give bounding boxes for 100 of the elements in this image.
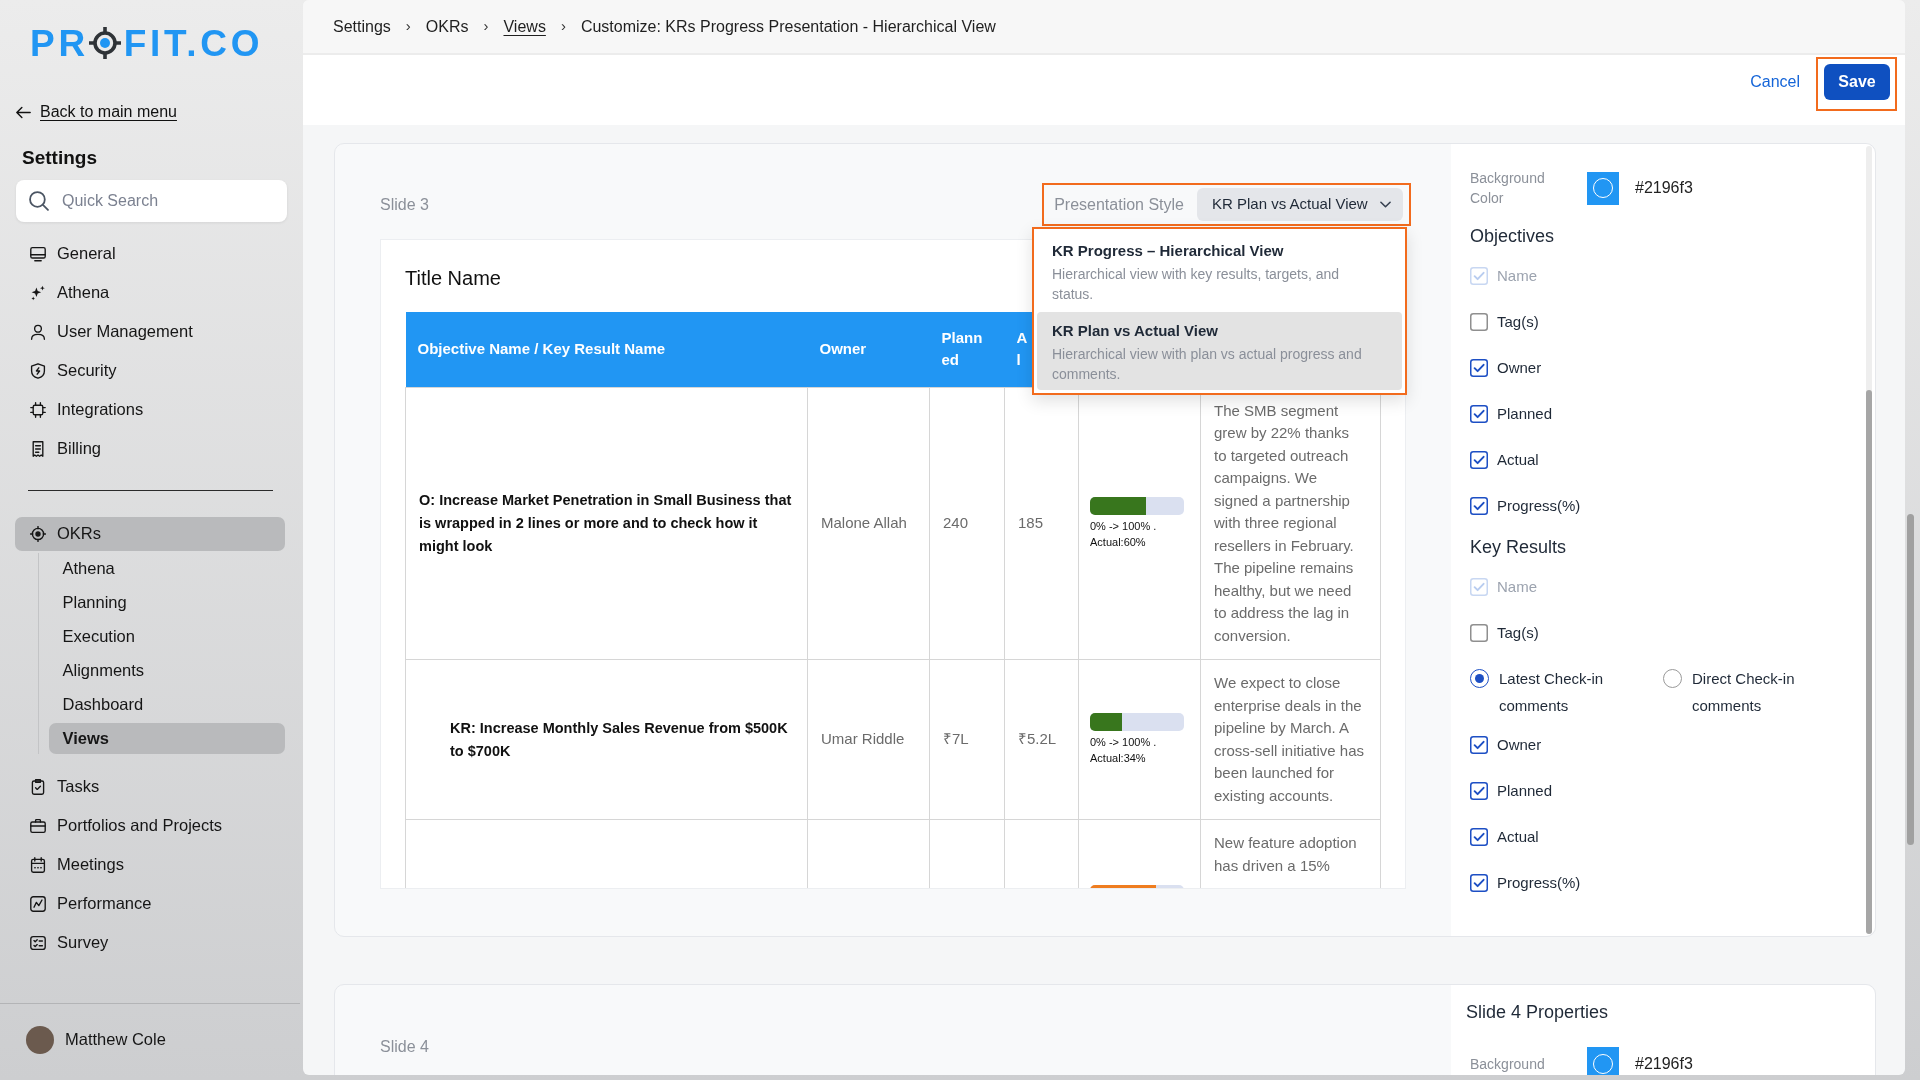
sidebar-title: Settings [22,146,97,170]
monitor-icon [30,245,46,262]
shield-icon [30,362,46,379]
checkbox-label: Owner [1497,357,1542,378]
progress-label: 0% -> 100% . Actual:60% [1090,518,1158,550]
table-cell: ₹5.2L [1004,659,1079,820]
column-header: Objective Name / Key Result Name [405,312,808,387]
checkbox[interactable] [1470,451,1488,469]
line-chart-icon [30,895,46,912]
table-cell: ₹7L [929,659,1005,820]
color-value: #2196f3 [1635,178,1693,198]
field-label: Presentation Style [1054,194,1184,215]
logo-text: FIT.CO [123,24,264,62]
slide-label: Slide 3 [380,194,429,215]
nav-item[interactable]: Survey [15,923,285,962]
crosshair-icon [88,27,121,59]
checkbox[interactable] [1470,736,1488,754]
table-cell: 185 [1004,387,1079,660]
receipt-icon [30,440,46,457]
nav-item[interactable]: General [15,234,285,273]
breadcrumb-link[interactable]: Settings [333,14,391,39]
checkbox[interactable] [1470,359,1488,377]
color-swatch[interactable] [1587,1047,1619,1075]
user-name: Matthew Cole [65,1029,166,1051]
checkbox[interactable] [1470,313,1488,331]
breadcrumb-separator: › [483,16,489,37]
option-title: KR Progress – Hierarchical View [1052,241,1284,261]
checkbox-label: Planned [1497,780,1553,801]
panel-title: Slide 4 Properties [1466,1001,1609,1024]
checkbox-label: Name [1497,576,1537,597]
checkbox-label: Tag(s) [1497,622,1539,643]
checkbox[interactable] [1470,624,1488,642]
breadcrumb-current: Customize: KRs Progress Presentation - Hierarchical View [580,16,996,37]
slide-label: Slide 4 [380,1037,429,1057]
clipboard-check-icon [30,778,46,795]
nav-item[interactable]: Athena [15,273,285,312]
nav-item[interactable]: Performance [15,884,285,923]
section-title: Key Results [1470,536,1567,559]
table-cell: 240 [929,387,1005,660]
nav-item[interactable]: Execution [49,620,285,652]
chip-icon [30,401,46,418]
back-link[interactable]: Back to main menu [16,102,177,122]
radio-label: Direct Check-in comments [1692,669,1796,716]
nav-item[interactable]: Billing [15,429,285,468]
nav-item[interactable]: Alignments [49,654,285,686]
nav-item[interactable]: Planning [49,586,285,618]
color-swatch[interactable] [1587,171,1619,205]
column-header: Planned [929,312,1005,387]
search-field[interactable]: Quick Search [16,180,287,222]
checkbox-label: Tag(s) [1497,311,1539,332]
nav-item[interactable]: User Management [15,312,285,351]
chevron-down-icon [1380,201,1391,208]
table-cell: O: Increase Market Penetration in Small Business that is wrapped in 2 lines or more and to check how it might look [405,387,808,660]
table-cell: Malone Allah [807,387,930,660]
checkbox-label: Name [1497,265,1537,286]
calendar-icon [30,856,46,873]
breadcrumb-link[interactable]: Views [503,14,546,39]
briefcase-icon [30,817,46,834]
checkbox[interactable] [1470,874,1488,892]
checkbox-label: Owner [1497,734,1542,755]
nav-item[interactable]: Meetings [15,845,285,884]
nav-item[interactable]: Views [49,722,285,754]
option-description: Hierarchical view with key results, targets, and status. [1052,265,1341,304]
checkbox-label: Progress(%) [1497,495,1581,516]
color-value: #2196f3 [1635,1053,1693,1074]
sparkle-icon [30,284,46,301]
checkbox-label: Actual [1497,449,1539,470]
nav-item[interactable]: Dashboard [49,688,285,720]
search-icon [29,191,49,211]
field-label: Background Color [1470,169,1546,208]
nav-item[interactable]: Portfolios and Projects [15,806,285,845]
logo-text: PR [30,24,89,62]
checkbox[interactable] [1470,497,1488,515]
checkbox[interactable] [1470,405,1488,423]
field-label: Background [1470,1054,1546,1074]
nav-item[interactable]: Integrations [15,390,285,429]
checkbox-label: Actual [1497,826,1539,847]
avatar[interactable] [26,1025,54,1054]
progress-label: 0% -> 100% . Actual:34% [1090,735,1158,766]
nav-item[interactable]: Tasks [15,767,285,806]
checkbox[interactable] [1470,828,1488,846]
save-button[interactable]: Save [1824,64,1890,100]
table-cell: Umar Riddle [807,659,930,820]
breadcrumb-separator: › [560,16,566,37]
table-cell: We expect to close enterprise deals in the pipeline by March. A cross-sell initiative has been launched for existing accounts. [1200,659,1381,820]
checkbox[interactable] [1470,782,1488,800]
nav-item[interactable]: Athena [49,552,285,584]
breadcrumb-separator: › [405,16,411,37]
nav-item[interactable]: OKRs [15,516,285,551]
nav-item[interactable]: Security [15,351,285,390]
arrow-left-icon [16,105,31,119]
target-icon [30,525,46,542]
table-cell: KR: Increase Monthly Sales Revenue from $500K to $700K [405,659,808,820]
checkbox-label: Planned [1497,403,1553,424]
checklist-icon [30,934,46,951]
menu-option[interactable]: KR Plan vs Actual View Hierarchical view with plan vs actual progress and comments. [1037,312,1402,390]
radio-label: Latest Check-in comments [1499,669,1605,716]
breadcrumb-link[interactable]: OKRs [425,14,469,39]
style-select[interactable]: KR Plan vs Actual View [1197,188,1403,221]
cancel-button[interactable]: Cancel [1746,64,1804,100]
